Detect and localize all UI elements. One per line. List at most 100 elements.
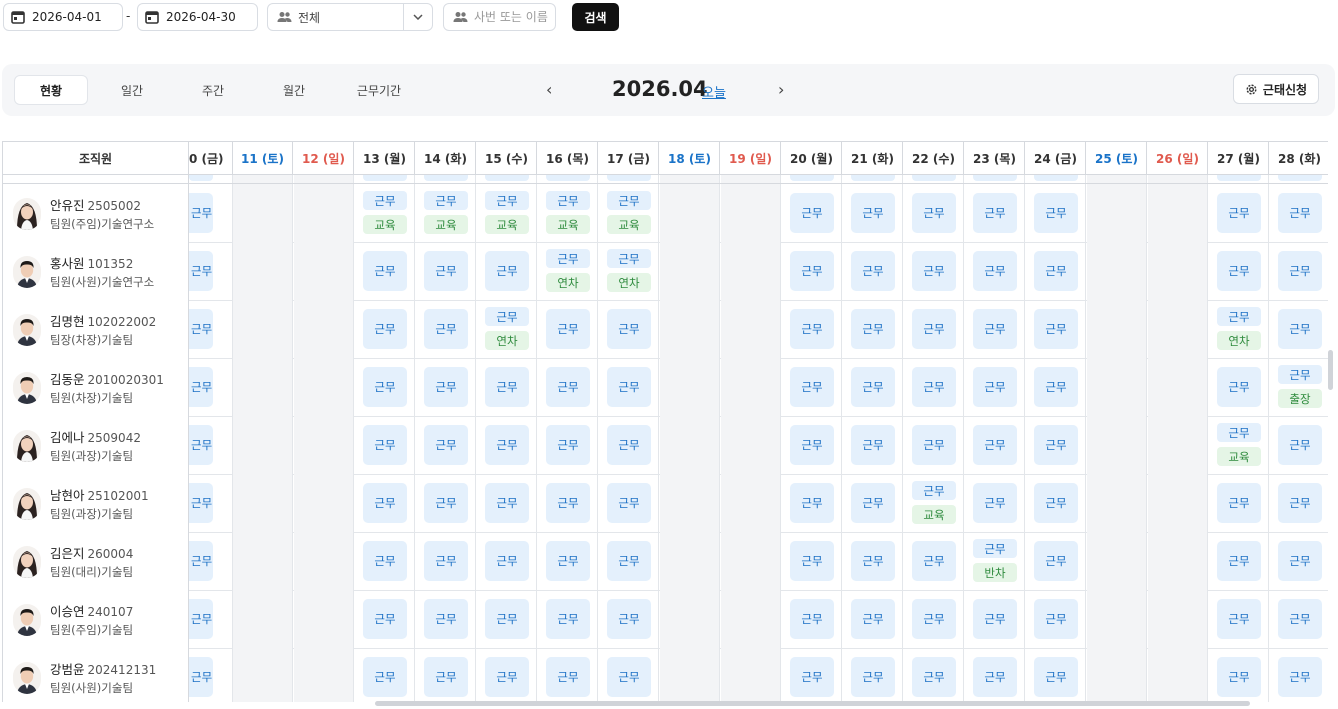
work-badge[interactable] [1217, 175, 1261, 181]
day-cell[interactable] [1148, 474, 1208, 532]
tab-work-period[interactable]: 근무기간 [338, 75, 420, 105]
day-cell[interactable]: 근무 [477, 590, 537, 648]
day-cell[interactable] [294, 590, 354, 648]
work-badge[interactable]: 근무 [973, 425, 1017, 465]
person-cell[interactable]: 김명현 102022002 팀장(차장)기술팀 [3, 300, 189, 358]
leave-badge[interactable]: 교육 [912, 505, 956, 524]
day-cell[interactable] [721, 474, 781, 532]
work-badge[interactable]: 근무 [424, 309, 468, 349]
work-badge[interactable]: 근무 [363, 251, 407, 291]
day-cell[interactable]: 근무 [904, 416, 964, 474]
work-badge[interactable]: 근무 [790, 657, 834, 697]
day-cell[interactable] [1087, 242, 1147, 300]
work-badge[interactable]: 근무 [189, 657, 213, 697]
day-cell[interactable]: 근무 [477, 358, 537, 416]
day-cell[interactable]: 근무 [782, 532, 842, 590]
day-cell[interactable]: 근무 [843, 358, 903, 416]
day-cell[interactable]: 근무 [1270, 242, 1328, 300]
prev-month-button[interactable]: ‹ [546, 80, 552, 99]
day-cell[interactable] [660, 242, 720, 300]
day-cell[interactable]: 근무 [904, 184, 964, 242]
day-cell[interactable]: 근무 [1270, 532, 1328, 590]
tab-daily[interactable]: 일간 [95, 75, 169, 105]
day-cell[interactable]: 근무 [599, 300, 659, 358]
day-cell[interactable]: 근무 [189, 358, 233, 416]
work-badge[interactable]: 근무 [424, 541, 468, 581]
day-cell[interactable] [1148, 416, 1208, 474]
day-cell[interactable] [294, 184, 354, 242]
day-cell[interactable]: 근무교육 [355, 184, 415, 242]
work-badge[interactable] [851, 175, 895, 181]
day-cell[interactable] [1148, 590, 1208, 648]
work-badge[interactable]: 근무 [851, 251, 895, 291]
work-badge[interactable]: 근무 [363, 541, 407, 581]
work-badge[interactable]: 근무 [912, 193, 956, 233]
work-badge[interactable]: 근무 [363, 191, 407, 210]
work-badge[interactable]: 근무 [546, 599, 590, 639]
work-badge[interactable]: 근무 [1217, 423, 1261, 442]
day-cell[interactable] [294, 242, 354, 300]
work-badge[interactable]: 근무 [1034, 425, 1078, 465]
work-badge[interactable]: 근무 [851, 599, 895, 639]
work-badge[interactable]: 근무 [1034, 541, 1078, 581]
work-badge[interactable]: 근무 [607, 191, 651, 210]
work-badge[interactable]: 근무 [912, 309, 956, 349]
day-cell[interactable]: 근무 [1026, 590, 1086, 648]
work-badge[interactable]: 근무 [546, 425, 590, 465]
work-badge[interactable]: 근무 [1034, 483, 1078, 523]
day-cell[interactable] [233, 300, 293, 358]
day-cell[interactable]: 근무 [843, 184, 903, 242]
day-cell[interactable]: 근무 [538, 648, 598, 702]
work-badge[interactable]: 근무 [1278, 657, 1322, 697]
work-badge[interactable]: 근무 [1034, 193, 1078, 233]
day-cell[interactable]: 근무 교육 [1209, 416, 1269, 474]
chevron-down-icon[interactable] [403, 4, 432, 30]
group-select[interactable]: 전체 [267, 3, 433, 31]
work-badge[interactable]: 근무 [912, 367, 956, 407]
day-cell[interactable]: 근무 [189, 184, 233, 242]
day-cell[interactable]: 근무 [1209, 184, 1269, 242]
leave-badge[interactable]: 교육 [363, 215, 407, 234]
work-badge[interactable]: 근무 [912, 657, 956, 697]
day-cell[interactable] [1148, 648, 1208, 702]
day-cell[interactable]: 근무 [1209, 590, 1269, 648]
work-badge[interactable]: 근무 [546, 657, 590, 697]
work-badge[interactable]: 근무 [189, 309, 213, 349]
day-cell[interactable]: 근무 [904, 532, 964, 590]
work-badge[interactable]: 근무 [973, 483, 1017, 523]
work-badge[interactable] [607, 175, 651, 181]
day-cell[interactable] [660, 358, 720, 416]
work-badge[interactable]: 근무 [1278, 193, 1322, 233]
work-badge[interactable]: 근무 [607, 599, 651, 639]
work-badge[interactable]: 근무 [790, 599, 834, 639]
work-badge[interactable]: 근무 [363, 657, 407, 697]
day-cell[interactable] [1087, 532, 1147, 590]
day-cell[interactable] [1148, 300, 1208, 358]
work-badge[interactable]: 근무 [607, 483, 651, 523]
day-cell[interactable]: 근무 [843, 590, 903, 648]
work-badge[interactable]: 근무 [607, 425, 651, 465]
work-badge[interactable]: 근무 [546, 249, 590, 268]
work-badge[interactable]: 근무 [189, 425, 213, 465]
work-badge[interactable]: 근무 [1217, 599, 1261, 639]
work-badge[interactable]: 근무 [912, 425, 956, 465]
work-badge[interactable]: 근무 [973, 539, 1017, 558]
day-cell[interactable]: 근무 [355, 300, 415, 358]
work-badge[interactable]: 근무 [1278, 425, 1322, 465]
work-badge[interactable] [973, 175, 1017, 181]
work-badge[interactable]: 근무 [1278, 541, 1322, 581]
day-cell[interactable] [1087, 648, 1147, 702]
work-badge[interactable]: 근무 [546, 367, 590, 407]
day-cell[interactable]: 근무 [538, 416, 598, 474]
day-cell[interactable] [233, 532, 293, 590]
day-cell[interactable]: 근무 [1270, 300, 1328, 358]
day-cell[interactable] [721, 416, 781, 474]
work-badge[interactable]: 근무 [1278, 599, 1322, 639]
day-cell[interactable]: 근무 [1270, 474, 1328, 532]
day-cell[interactable] [1087, 590, 1147, 648]
day-cell[interactable] [233, 416, 293, 474]
work-badge[interactable]: 근무 [607, 309, 651, 349]
day-cell[interactable]: 근무 [1270, 184, 1328, 242]
day-cell[interactable] [294, 648, 354, 702]
work-badge[interactable]: 근무 [546, 483, 590, 523]
